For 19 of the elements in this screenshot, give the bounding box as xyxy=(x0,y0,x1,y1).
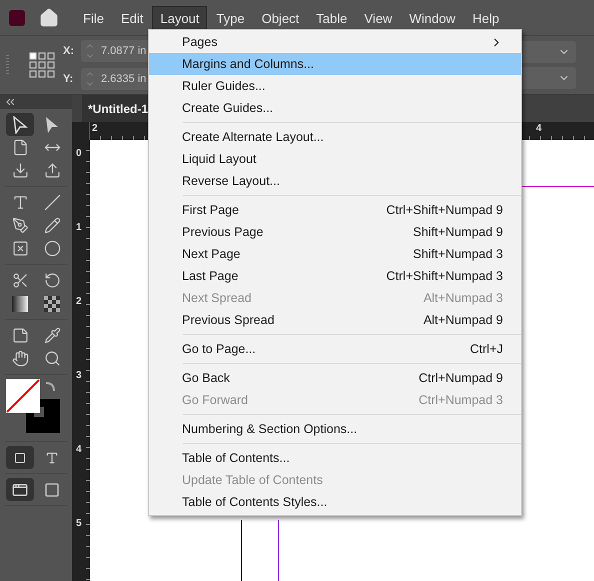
shortcut-text: Ctrl+Shift+Numpad 9 xyxy=(386,203,503,217)
shortcut-text: Ctrl+Shift+Numpad 3 xyxy=(386,269,503,283)
ruler-number: 2 xyxy=(92,123,98,134)
shortcut-text: Shift+Numpad 3 xyxy=(413,247,503,261)
shortcut-text: Alt+Numpad 3 xyxy=(423,291,503,305)
shortcut-text: Ctrl+J xyxy=(470,342,503,356)
ruler-number: 4 xyxy=(536,123,542,134)
shortcut-text: Shift+Numpad 9 xyxy=(413,225,503,239)
ruler-number: 0 xyxy=(76,148,82,159)
ruler-number: 3 xyxy=(76,370,82,381)
shortcut-text: Ctrl+Numpad 3 xyxy=(418,393,503,407)
ruler-number: 4 xyxy=(76,444,82,455)
y-label: Y: xyxy=(63,73,74,85)
x-label: X: xyxy=(63,45,75,57)
ruler-number: 2 xyxy=(76,296,82,307)
shortcut-text: Ctrl+Numpad 9 xyxy=(418,371,503,385)
ruler-number: 1 xyxy=(76,222,82,233)
ruler-number: 5 xyxy=(76,518,82,529)
shortcut-text: Alt+Numpad 9 xyxy=(423,313,503,327)
